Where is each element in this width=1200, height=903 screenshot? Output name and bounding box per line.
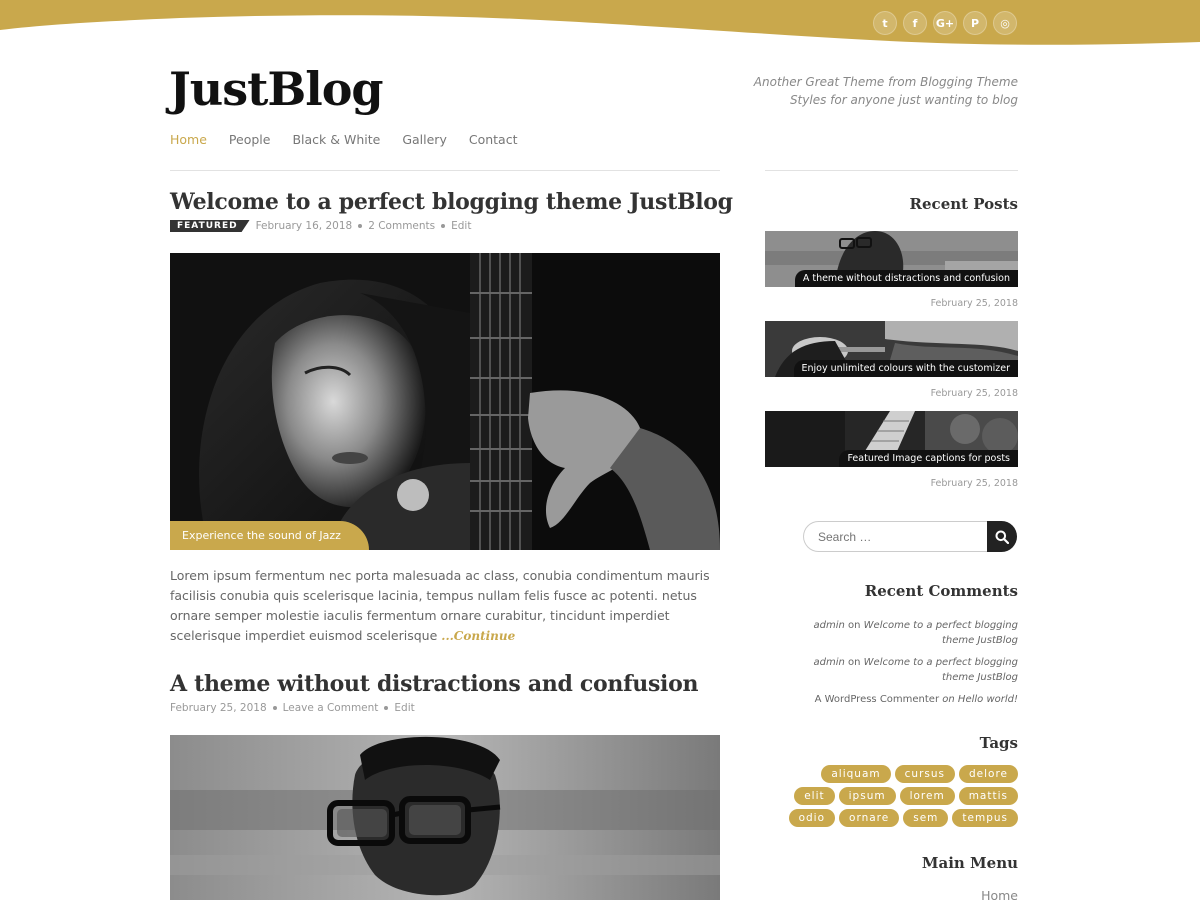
google-plus-icon[interactable]: G+ [933,11,957,35]
featured-image-man-glasses[interactable] [170,735,720,900]
tagline-line-1: Another Great Theme from Blogging Theme [753,75,1018,89]
post-edit-link[interactable]: Edit [451,220,471,232]
post-date[interactable]: February 16, 2018 [256,220,353,232]
comment-author[interactable]: admin [813,657,844,668]
nav-people[interactable]: People [229,132,271,147]
tag-link[interactable]: aliquam [821,765,891,783]
recent-comment: admin on Welcome to a perfect blogging t… [788,618,1018,648]
recent-post-caption[interactable]: Featured Image captions for posts [839,450,1018,467]
featured-badge: FEATURED [170,220,250,232]
woman-guitar-photo [170,253,720,550]
tag-link[interactable]: ornare [839,809,900,827]
search-form [803,521,1017,552]
recent-post-date: February 25, 2018 [930,298,1018,309]
facebook-icon[interactable]: f [903,11,927,35]
site-tagline: Another Great Theme from Blogging Theme … [718,73,1018,109]
comment-on: on [848,657,861,668]
continue-link[interactable]: ...Continue [441,629,515,643]
content-divider [170,170,720,171]
man-glasses-photo [170,735,720,900]
recent-comments-title: Recent Comments [864,582,1018,600]
post-date[interactable]: February 25, 2018 [170,702,267,714]
post-comments-link[interactable]: Leave a Comment [283,702,379,714]
main-menu-title: Main Menu [921,854,1018,872]
tags-title: Tags [979,734,1018,752]
search-input[interactable] [803,521,987,552]
recent-post-caption[interactable]: A theme without distractions and confusi… [794,270,1018,287]
recent-post-date: February 25, 2018 [930,478,1018,489]
comment-author[interactable]: A WordPress Commenter [815,694,939,705]
nav-gallery[interactable]: Gallery [402,132,447,147]
nav-black-white[interactable]: Black & White [292,132,380,147]
recent-comment: A WordPress Commenter on Hello world! [788,692,1018,707]
tag-link[interactable]: odio [788,809,836,827]
tag-link[interactable]: tempus [952,809,1018,827]
search-icon [995,530,1009,544]
post-comments-link[interactable]: 2 Comments [368,220,435,232]
twitter-icon[interactable]: t [873,11,897,35]
comment-author[interactable]: admin [813,620,844,631]
tag-link[interactable]: delore [958,765,1018,783]
post-excerpt: Lorem ipsum fermentum nec porta malesuad… [170,566,720,646]
nav-home[interactable]: Home [170,132,207,147]
tag-link[interactable]: mattis [958,787,1018,805]
comment-post-link[interactable]: Welcome to a perfect blogging theme Just… [864,620,1018,646]
header-wave-band [0,0,1200,45]
tag-link[interactable]: sem [903,809,949,827]
tag-link[interactable]: elit [794,787,835,805]
image-caption: Experience the sound of Jazz [170,521,369,550]
post-meta: FEATURED February 16, 2018 2 Comments Ed… [170,220,471,232]
tag-cloud: aliquam cursus delore elit ipsum lorem m… [780,765,1018,827]
recent-posts-title: Recent Posts [909,195,1018,213]
post-meta: February 25, 2018 Leave a Comment Edit [170,702,415,714]
recent-comment: admin on Welcome to a perfect blogging t… [788,655,1018,685]
tag-link[interactable]: lorem [899,787,955,805]
meta-separator [441,224,446,228]
sidebar-divider [765,170,1018,171]
meta-separator [358,224,363,228]
post-title[interactable]: Welcome to a perfect blogging theme Just… [170,189,733,215]
pinterest-icon[interactable]: P [963,11,987,35]
main-navigation: Home People Black & White Gallery Contac… [170,132,518,147]
comment-post-link[interactable]: Hello world! [958,694,1018,705]
post-edit-link[interactable]: Edit [394,702,414,714]
instagram-icon[interactable]: ◎ [993,11,1017,35]
site-title[interactable]: JustBlog [169,62,384,116]
comment-on: on [848,620,861,631]
social-links: t f G+ P ◎ [873,11,1017,35]
tag-link[interactable]: ipsum [838,787,896,805]
nav-contact[interactable]: Contact [469,132,518,147]
tag-link[interactable]: cursus [894,765,955,783]
recent-post-thumb[interactable]: A theme without distractions and confusi… [765,231,1018,287]
recent-post-thumb[interactable]: Enjoy unlimited colours with the customi… [765,321,1018,377]
recent-post-caption[interactable]: Enjoy unlimited colours with the customi… [793,360,1018,377]
post-title[interactable]: A theme without distractions and confusi… [170,671,698,697]
meta-separator [384,706,389,710]
meta-separator [272,706,277,710]
tagline-line-2: Styles for anyone just wanting to blog [789,93,1018,107]
excerpt-text: Lorem ipsum fermentum nec porta malesuad… [170,568,710,643]
recent-post-date: February 25, 2018 [930,388,1018,399]
recent-post-thumb[interactable]: Featured Image captions for posts [765,411,1018,467]
comment-post-link[interactable]: Welcome to a perfect blogging theme Just… [864,657,1018,683]
search-button[interactable] [987,521,1017,552]
main-menu-home[interactable]: Home [981,888,1018,903]
comment-on: on [942,694,955,705]
featured-image-woman-guitar[interactable]: Experience the sound of Jazz [170,253,720,550]
